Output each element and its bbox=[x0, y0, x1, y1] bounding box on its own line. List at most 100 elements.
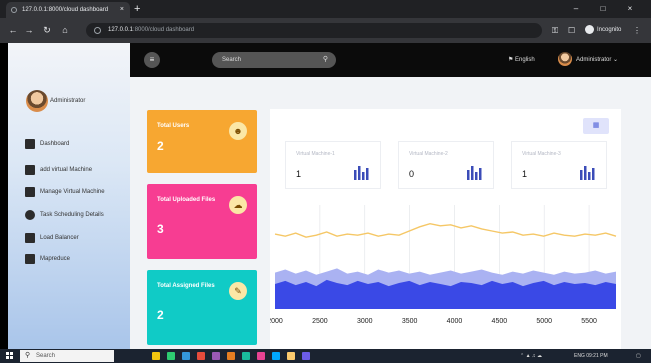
taskbar-app-icon[interactable] bbox=[152, 352, 160, 360]
x-tick-label: 5000 bbox=[536, 318, 552, 325]
load-balancer-icon bbox=[25, 233, 35, 243]
x-tick-label: 5500 bbox=[581, 318, 597, 325]
notification-icon[interactable]: ▢ bbox=[636, 349, 641, 363]
card-title: Total Users bbox=[157, 123, 190, 129]
bookmark-star-icon[interactable]: ☐ bbox=[568, 24, 575, 37]
main-content: Total Users 2 ☻ Total Uploaded Files 3 ☁… bbox=[130, 77, 651, 349]
windows-taskbar: ⚲ Search ⌃ ▲ ♫ ☁ ENG 09:21 PM ▢ bbox=[0, 349, 651, 363]
maximize-button[interactable]: □ bbox=[592, 0, 614, 18]
sidebar-item-dashboard[interactable]: Dashboard bbox=[25, 138, 129, 150]
back-arrow-icon[interactable]: ← bbox=[6, 18, 20, 43]
language-selector[interactable]: ⚑ English bbox=[508, 52, 535, 68]
total-users-card[interactable]: Total Users 2 ☻ bbox=[147, 110, 257, 173]
x-tick-label: 3500 bbox=[402, 318, 418, 325]
system-tray-icons[interactable]: ⌃ ▲ ♫ ☁ bbox=[520, 349, 542, 363]
taskbar-app-icon[interactable] bbox=[257, 352, 265, 360]
incognito-indicator[interactable]: Incognito bbox=[585, 24, 621, 37]
site-info-icon[interactable] bbox=[94, 27, 101, 34]
x-tick-label: 2000 bbox=[270, 318, 283, 325]
total-uploaded-files-card[interactable]: Total Uploaded Files 3 ☁ bbox=[147, 184, 257, 259]
sidebar: Administrator Dashboard add virtual Mach… bbox=[8, 43, 130, 349]
search-icon[interactable]: ⚲ bbox=[323, 52, 328, 68]
sidebar-item-load-balancer[interactable]: Load Balancer bbox=[25, 232, 129, 244]
virtual-machines-panel: ▦ Virtual Machine-1 1 Virtual Machine-2 … bbox=[270, 109, 621, 349]
dashboard-icon bbox=[25, 139, 35, 149]
upload-icon: ☁ bbox=[229, 196, 247, 214]
sidebar-item-manage-virtual-machine[interactable]: Manage Virtual Machine bbox=[25, 186, 129, 198]
sidebar-item-label: Dashboard bbox=[40, 141, 70, 147]
taskbar-app-icon[interactable] bbox=[167, 352, 175, 360]
new-tab-button[interactable]: + bbox=[134, 1, 140, 17]
sidebar-user-name: Administrator bbox=[50, 98, 86, 104]
search-placeholder: Search bbox=[222, 57, 242, 63]
series-line bbox=[274, 222, 617, 238]
admin-avatar[interactable] bbox=[26, 90, 48, 112]
card-value: 2 bbox=[157, 139, 164, 153]
minimize-button[interactable]: – bbox=[565, 0, 587, 18]
sidebar-item-task-scheduling[interactable]: Task Scheduling Details bbox=[25, 209, 129, 221]
sidebar-item-add-virtual-machine[interactable]: add virtual Machine bbox=[25, 164, 129, 176]
key-icon[interactable]: ⚿ bbox=[552, 24, 558, 37]
close-window-button[interactable]: × bbox=[619, 0, 641, 18]
search-icon: ⚲ bbox=[25, 352, 31, 359]
taskbar-app-icon[interactable] bbox=[287, 352, 295, 360]
menu-toggle-button[interactable]: ≡ bbox=[144, 52, 160, 68]
browser-tab[interactable]: 127.0.0.1:8000/cloud dashboard × bbox=[6, 2, 130, 18]
taskbar-search-placeholder: Search bbox=[36, 353, 56, 359]
card-title: Total Uploaded Files bbox=[157, 197, 216, 203]
forward-arrow-icon[interactable]: → bbox=[22, 18, 36, 43]
sidebar-item-label: Mapreduce bbox=[40, 256, 71, 262]
browser-tab-strip: 127.0.0.1:8000/cloud dashboard × + – □ × bbox=[0, 0, 651, 18]
url-path: :8000/cloud dashboard bbox=[133, 27, 195, 33]
card-title: Total Assigned Files bbox=[157, 283, 215, 289]
taskbar-app-icon[interactable] bbox=[227, 352, 235, 360]
taskbar-app-icon[interactable] bbox=[212, 352, 220, 360]
x-tick-label: 4000 bbox=[447, 318, 463, 325]
taskbar-search-input[interactable]: ⚲ Search bbox=[20, 350, 114, 362]
tab-close-icon[interactable]: × bbox=[120, 2, 124, 18]
incognito-label: Incognito bbox=[597, 27, 622, 33]
sidebar-item-label: add virtual Machine bbox=[40, 167, 93, 173]
taskbar-app-icon[interactable] bbox=[272, 352, 280, 360]
users-icon: ☻ bbox=[229, 122, 247, 140]
mapreduce-icon bbox=[25, 254, 35, 264]
windows-start-icon[interactable] bbox=[6, 352, 14, 360]
sidebar-item-label: Manage Virtual Machine bbox=[40, 189, 105, 195]
sidebar-item-label: Task Scheduling Details bbox=[40, 212, 104, 218]
add-machine-icon bbox=[25, 165, 35, 175]
taskbar-app-icon[interactable] bbox=[242, 352, 250, 360]
app-header: ≡ Search ⚲ ⚑ English Administrator ⌄ bbox=[130, 43, 651, 77]
browser-menu-icon[interactable]: ⋮ bbox=[633, 24, 641, 37]
user-menu[interactable]: Administrator ⌄ bbox=[576, 52, 618, 68]
taskbar-app-icon[interactable] bbox=[182, 352, 190, 360]
x-tick-label: 4500 bbox=[492, 318, 508, 325]
address-bar[interactable]: 127.0.0.1:8000/cloud dashboard bbox=[86, 23, 542, 38]
task-scheduling-icon bbox=[25, 210, 35, 220]
language-label: English bbox=[515, 57, 535, 63]
sidebar-item-label: Load Balancer bbox=[40, 235, 79, 241]
x-tick-label: 2500 bbox=[312, 318, 328, 325]
manage-machines-icon bbox=[25, 187, 35, 197]
taskbar-app-icon[interactable] bbox=[197, 352, 205, 360]
home-icon[interactable]: ⌂ bbox=[58, 18, 72, 43]
browser-tab-title: 127.0.0.1:8000/cloud dashboard bbox=[22, 7, 109, 13]
user-avatar[interactable] bbox=[558, 52, 572, 66]
globe-icon bbox=[11, 7, 17, 13]
browser-toolbar: ← → ↻ ⌂ 127.0.0.1:8000/cloud dashboard ⚿… bbox=[0, 18, 651, 43]
card-value: 2 bbox=[157, 308, 164, 322]
flag-icon: ⚑ bbox=[508, 57, 516, 63]
assigned-icon: ✎ bbox=[229, 282, 247, 300]
taskbar-app-icon[interactable] bbox=[302, 352, 310, 360]
total-assigned-files-card[interactable]: Total Assigned Files 2 ✎ bbox=[147, 270, 257, 345]
x-tick-label: 3000 bbox=[357, 318, 373, 325]
system-tray-clock[interactable]: ENG 09:21 PM bbox=[574, 349, 608, 363]
search-input[interactable]: Search ⚲ bbox=[212, 52, 336, 68]
incognito-icon bbox=[585, 24, 594, 34]
sidebar-item-mapreduce[interactable]: Mapreduce bbox=[25, 253, 129, 265]
card-value: 3 bbox=[157, 222, 164, 236]
user-name: Administrator bbox=[576, 57, 612, 63]
reload-icon[interactable]: ↻ bbox=[40, 18, 54, 43]
chevron-down-icon: ⌄ bbox=[613, 57, 619, 63]
url-host: 127.0.0.1 bbox=[108, 27, 134, 33]
usage-area-chart: 2000 2500 3000 3500 4000 4500 5000 5500 bbox=[270, 205, 617, 325]
